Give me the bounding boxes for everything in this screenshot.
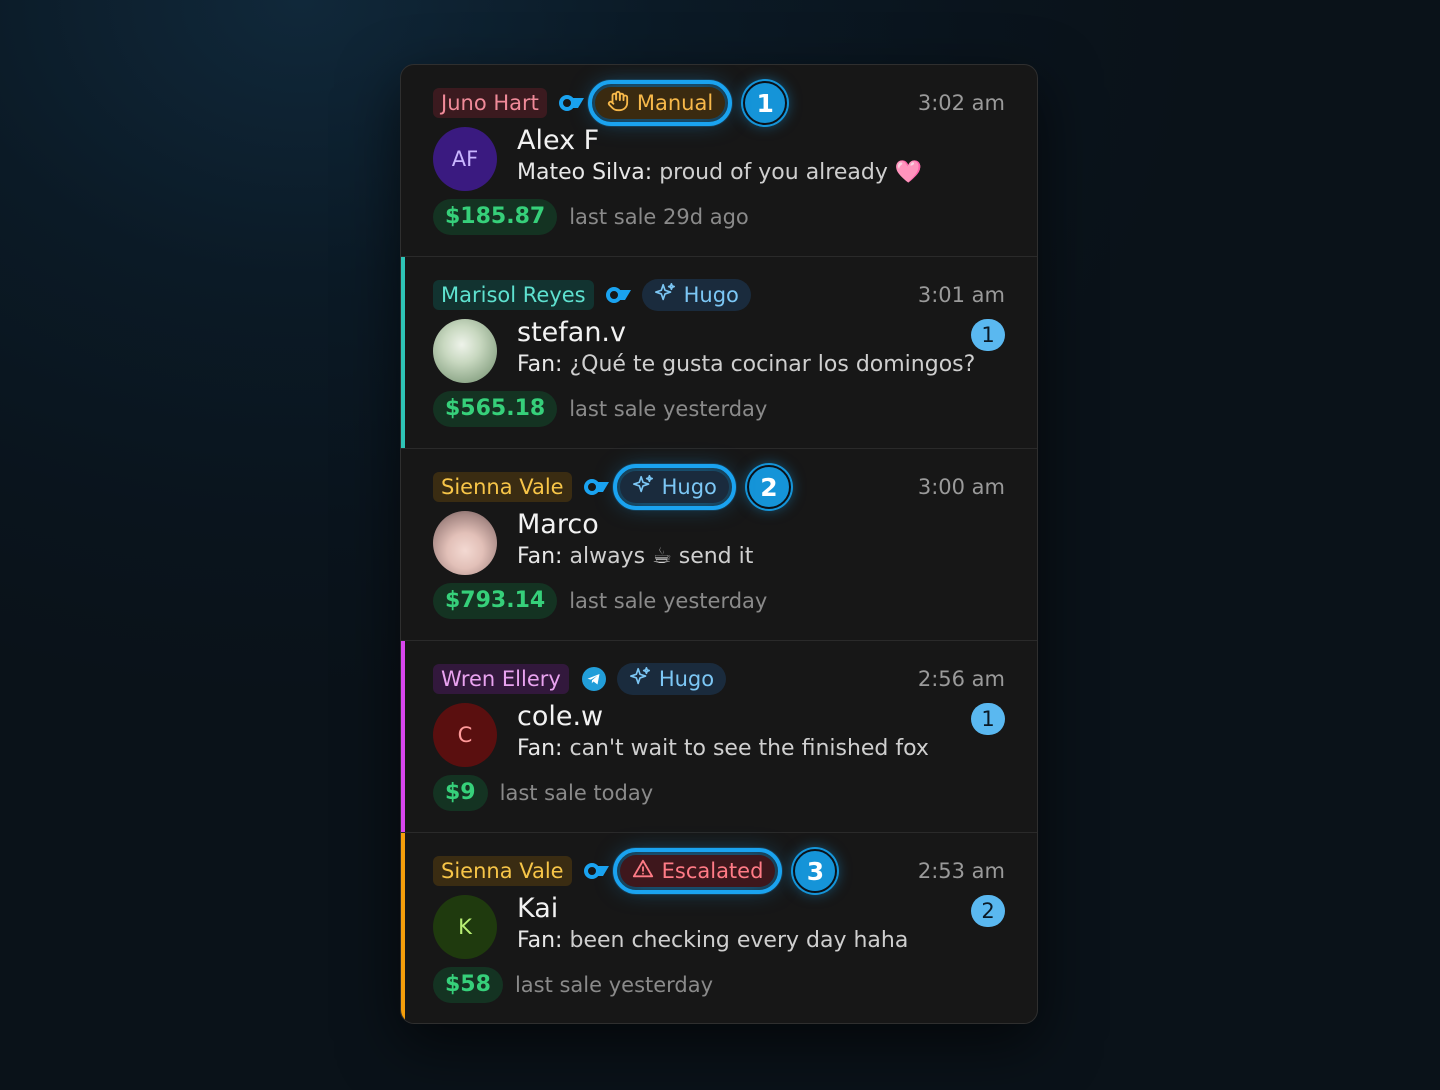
contact-name: Marco <box>517 509 599 540</box>
conversation-row[interactable]: Juno Hart Manual 1 3:02 am AF Alex F Mat… <box>401 65 1037 257</box>
sparkle-icon <box>629 666 651 693</box>
hand-icon <box>607 90 629 117</box>
mode-label: Escalated <box>661 859 764 883</box>
message-text: can't wait to see the finished fox <box>569 736 929 761</box>
row-header: Juno Hart Manual 1 3:02 am <box>433 80 1005 126</box>
row-accent <box>401 833 405 1023</box>
contact-name: cole.w <box>517 701 604 732</box>
avatar: K <box>433 895 497 959</box>
spend-badge: $185.87 <box>433 199 558 235</box>
unread-count-badge: 1 <box>971 703 1005 735</box>
step-marker: 3 <box>793 849 838 893</box>
avatar <box>433 319 497 383</box>
row-accent <box>401 641 405 832</box>
spend-badge: $58 <box>433 967 503 1003</box>
spend-badge: $793.14 <box>433 583 558 619</box>
timestamp: 2:56 am <box>917 667 1005 691</box>
last-sale: last sale today <box>499 781 654 805</box>
avatar: C <box>433 703 497 767</box>
row-accent <box>401 257 405 448</box>
message-preview: Mateo Silva: proud of you already 🩷 <box>517 160 1005 185</box>
row-footer: $565.18 last sale yesterday <box>433 391 767 427</box>
message-sender: Fan: <box>517 736 563 761</box>
sparkle-icon <box>632 474 654 501</box>
message-preview: Fan: ¿Qué te gusta cocinar los domingos? <box>517 352 1005 377</box>
row-footer: $58 last sale yesterday <box>433 967 713 1003</box>
contact-name: Alex F <box>517 125 600 156</box>
mode-label: Manual <box>636 91 714 115</box>
contact-name: stefan.v <box>517 317 626 348</box>
last-sale: last sale 29d ago <box>569 205 749 229</box>
step-marker: 2 <box>746 465 791 509</box>
agent-tag[interactable]: Juno Hart <box>433 88 547 118</box>
telegram-icon <box>581 666 607 692</box>
timestamp: 3:02 am <box>917 91 1005 115</box>
timestamp: 3:00 am <box>917 475 1005 499</box>
agent-tag[interactable]: Sienna Vale <box>433 472 572 502</box>
row-footer: $9 last sale today <box>433 775 653 811</box>
onlyfans-icon <box>558 90 585 116</box>
message-text: ¿Qué te gusta cocinar los domingos? <box>569 352 976 377</box>
unread-count-badge: 2 <box>971 895 1005 927</box>
mode-badge-hugo[interactable]: Hugo <box>616 663 727 695</box>
avatar: AF <box>433 127 497 191</box>
message-text: always ☕ send it <box>569 544 754 569</box>
warning-icon <box>632 858 654 885</box>
onlyfans-icon <box>583 474 610 500</box>
conversation-row[interactable]: Marisol Reyes Hugo 3:01 am stefan.v 1 Fa… <box>401 257 1037 449</box>
timestamp: 3:01 am <box>917 283 1005 307</box>
last-sale: last sale yesterday <box>569 589 768 613</box>
row-footer: $185.87 last sale 29d ago <box>433 199 749 235</box>
message-preview: Fan: always ☕ send it <box>517 544 1005 569</box>
agent-tag[interactable]: Wren Ellery <box>433 664 569 694</box>
conversation-row[interactable]: Sienna Vale Escalated 3 2:53 am K Kai 2 … <box>401 833 1037 1023</box>
row-header: Sienna Vale Escalated 3 2:53 am <box>433 848 1005 894</box>
message-preview: Fan: can't wait to see the finished fox <box>517 736 1005 761</box>
mode-label: Hugo <box>658 667 715 691</box>
mode-badge-manual[interactable]: Manual <box>587 80 733 126</box>
row-header: Marisol Reyes Hugo 3:01 am <box>433 279 1005 311</box>
onlyfans-icon <box>605 282 632 308</box>
agent-tag[interactable]: Sienna Vale <box>433 856 572 886</box>
last-sale: last sale yesterday <box>569 397 768 421</box>
mode-label: Hugo <box>683 283 739 307</box>
sparkle-icon <box>654 282 676 309</box>
avatar <box>433 511 497 575</box>
spend-badge: $9 <box>433 775 488 811</box>
agent-tag[interactable]: Marisol Reyes <box>433 280 594 310</box>
row-header: Wren Ellery Hugo 2:56 am <box>433 663 1005 695</box>
message-sender: Mateo Silva: <box>517 160 653 185</box>
conversation-row[interactable]: Wren Ellery Hugo 2:56 am C cole.w 1 Fan:… <box>401 641 1037 833</box>
message-text: proud of you already 🩷 <box>659 160 923 185</box>
spend-badge: $565.18 <box>433 391 558 427</box>
conversation-row[interactable]: Sienna Vale Hugo 2 3:00 am Marco Fan: al… <box>401 449 1037 641</box>
mode-badge-escalated[interactable]: Escalated <box>612 848 783 894</box>
mode-badge-hugo[interactable]: Hugo <box>641 279 751 311</box>
row-footer: $793.14 last sale yesterday <box>433 583 767 619</box>
timestamp: 2:53 am <box>917 859 1005 883</box>
onlyfans-icon <box>583 858 610 884</box>
message-sender: Fan: <box>517 352 563 377</box>
unread-count-badge: 1 <box>971 319 1005 351</box>
conversation-list: Juno Hart Manual 1 3:02 am AF Alex F Mat… <box>400 64 1038 1024</box>
step-marker: 1 <box>743 81 788 125</box>
row-header: Sienna Vale Hugo 2 3:00 am <box>433 464 1005 510</box>
message-text: been checking every day haha <box>569 928 909 953</box>
mode-badge-hugo[interactable]: Hugo <box>612 464 736 510</box>
message-preview: Fan: been checking every day haha <box>517 928 1005 953</box>
message-sender: Fan: <box>517 928 563 953</box>
mode-label: Hugo <box>661 475 717 499</box>
last-sale: last sale yesterday <box>514 973 714 997</box>
message-sender: Fan: <box>517 544 563 569</box>
contact-name: Kai <box>517 893 559 924</box>
